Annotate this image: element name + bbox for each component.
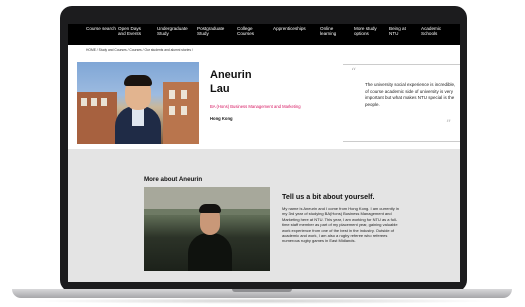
laptop-shadow bbox=[30, 298, 495, 304]
main-navigation: Course search Open Days and Events Under… bbox=[68, 24, 460, 45]
profile-name: Aneurin Lau bbox=[210, 68, 252, 96]
profile-last-name: Lau bbox=[210, 83, 230, 95]
laptop-screen: Course search Open Days and Events Under… bbox=[68, 24, 460, 282]
quote-open-icon: “ bbox=[351, 67, 357, 78]
more-about-title: More about Aneurin bbox=[144, 176, 203, 183]
profile-photo bbox=[77, 62, 199, 144]
testimonial-quote: “ The university social experience is in… bbox=[343, 64, 460, 142]
tell-us-heading: Tell us a bit about yourself. bbox=[282, 192, 375, 201]
profile-course-link[interactable]: BA (Hons) Business Management and Market… bbox=[210, 104, 301, 109]
quote-close-icon: ” bbox=[446, 119, 452, 130]
nav-item-academic-schools[interactable]: Academic Schools bbox=[421, 24, 448, 45]
quote-text: The university social experience is incr… bbox=[365, 82, 456, 107]
profile-first-name: Aneurin bbox=[210, 69, 252, 81]
nav-item-undergraduate[interactable]: Undergraduate Study bbox=[157, 24, 188, 45]
nav-item-online-learning[interactable]: Online learning bbox=[320, 24, 345, 45]
nav-item-more-study[interactable]: More study options bbox=[354, 24, 381, 45]
bio-text: My name is Aneurin and I come from Hong … bbox=[282, 206, 399, 244]
nav-item-college-courses[interactable]: College Courses bbox=[237, 24, 265, 45]
nav-item-being-at-ntu[interactable]: Being at NTU bbox=[389, 24, 412, 45]
breadcrumb[interactable]: HOME / Study and Courses / Courses / Our… bbox=[86, 48, 193, 52]
nav-item-course-search[interactable]: Course search bbox=[86, 24, 117, 45]
nav-item-postgraduate[interactable]: Postgraduate Study bbox=[197, 24, 228, 45]
profile-hometown: Hong Kong bbox=[210, 116, 233, 121]
secondary-photo bbox=[144, 187, 270, 271]
nav-item-open-days[interactable]: Open Days and Events bbox=[118, 24, 148, 45]
nav-item-apprenticeships[interactable]: Apprenticeships bbox=[273, 24, 313, 45]
laptop-notch bbox=[232, 289, 292, 292]
